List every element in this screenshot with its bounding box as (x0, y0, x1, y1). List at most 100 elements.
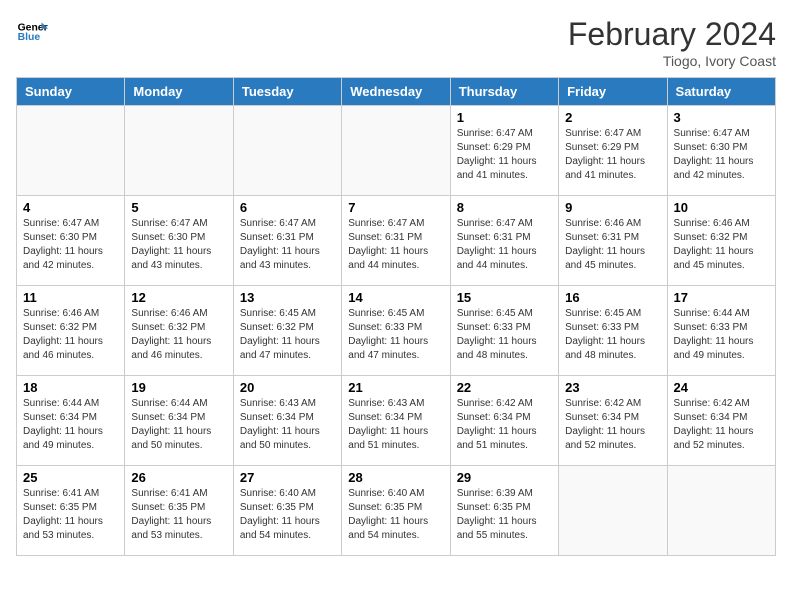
calendar-cell: 6 Sunrise: 6:47 AMSunset: 6:31 PMDaylight… (233, 196, 341, 286)
day-number: 11 (23, 290, 118, 305)
day-number: 16 (565, 290, 660, 305)
day-number: 28 (348, 470, 443, 485)
day-number: 18 (23, 380, 118, 395)
week-row-4: 25Sunrise: 6:41 AMSunset: 6:35 PMDayligh… (17, 466, 776, 556)
calendar-cell: 5 Sunrise: 6:47 AMSunset: 6:30 PMDaylight… (125, 196, 233, 286)
page-header: General Blue February 2024 Tiogo, Ivory … (16, 16, 776, 69)
calendar-cell: 29 Sunrise: 6:39 AMSunset: 6:35 PMDayligh… (450, 466, 558, 556)
day-number: 13 (240, 290, 335, 305)
calendar-cell: 16Sunrise: 6:45 AMSunset: 6:33 PMDayligh… (559, 286, 667, 376)
logo: General Blue (16, 16, 48, 48)
calendar-cell: 14 Sunrise: 6:45 AMSunset: 6:33 PMDayligh… (342, 286, 450, 376)
day-number: 19 (131, 380, 226, 395)
day-info: Sunrise: 6:44 AMSunset: 6:34 PMDaylight:… (131, 397, 226, 453)
calendar-cell: 18 Sunrise: 6:44 AMSunset: 6:34 PMDayligh… (17, 376, 125, 466)
week-row-1: 4 Sunrise: 6:47 AMSunset: 6:30 PMDaylight… (17, 196, 776, 286)
day-info: Sunrise: 6:47 AMSunset: 6:31 PMDaylight:… (240, 217, 335, 273)
day-info: Sunrise: 6:46 AMSunset: 6:32 PMDaylight:… (23, 307, 118, 363)
day-info: Sunrise: 6:47 AMSunset: 6:30 PMDaylight:… (23, 217, 118, 273)
day-info: Sunrise: 6:47 AMSunset: 6:31 PMDaylight:… (457, 217, 552, 273)
day-info: Sunrise: 6:47 AMSunset: 6:30 PMDaylight:… (131, 217, 226, 273)
day-info: Sunrise: 6:41 AMSunset: 6:35 PMDaylight:… (131, 487, 226, 543)
calendar-cell: 7 Sunrise: 6:47 AMSunset: 6:31 PMDaylight… (342, 196, 450, 286)
calendar-cell (125, 106, 233, 196)
month-year-title: February 2024 (568, 16, 776, 53)
day-info: Sunrise: 6:45 AMSunset: 6:33 PMDaylight:… (348, 307, 443, 363)
calendar-cell: 28 Sunrise: 6:40 AMSunset: 6:35 PMDayligh… (342, 466, 450, 556)
day-number: 23 (565, 380, 660, 395)
day-info: Sunrise: 6:40 AMSunset: 6:35 PMDaylight:… (240, 487, 335, 543)
day-number: 8 (457, 200, 552, 215)
day-number: 15 (457, 290, 552, 305)
day-number: 21 (348, 380, 443, 395)
calendar-cell (667, 466, 775, 556)
day-number: 29 (457, 470, 552, 485)
day-info: Sunrise: 6:41 AMSunset: 6:35 PMDaylight:… (23, 487, 118, 543)
header-friday: Friday (559, 78, 667, 106)
title-block: February 2024 Tiogo, Ivory Coast (568, 16, 776, 69)
calendar-cell (233, 106, 341, 196)
svg-text:Blue: Blue (18, 32, 41, 43)
header-monday: Monday (125, 78, 233, 106)
day-number: 27 (240, 470, 335, 485)
day-info: Sunrise: 6:44 AMSunset: 6:34 PMDaylight:… (23, 397, 118, 453)
header-tuesday: Tuesday (233, 78, 341, 106)
day-info: Sunrise: 6:47 AMSunset: 6:29 PMDaylight:… (457, 127, 552, 183)
day-number: 10 (674, 200, 769, 215)
day-info: Sunrise: 6:40 AMSunset: 6:35 PMDaylight:… (348, 487, 443, 543)
calendar-cell: 13 Sunrise: 6:45 AMSunset: 6:32 PMDayligh… (233, 286, 341, 376)
calendar-cell: 11 Sunrise: 6:46 AMSunset: 6:32 PMDayligh… (17, 286, 125, 376)
calendar-cell: 10 Sunrise: 6:46 AMSunset: 6:32 PMDayligh… (667, 196, 775, 286)
header-wednesday: Wednesday (342, 78, 450, 106)
calendar-cell: 19 Sunrise: 6:44 AMSunset: 6:34 PMDayligh… (125, 376, 233, 466)
calendar-cell: 20Sunrise: 6:43 AMSunset: 6:34 PMDayligh… (233, 376, 341, 466)
day-number: 2 (565, 110, 660, 125)
day-number: 5 (131, 200, 226, 215)
calendar-cell: 15 Sunrise: 6:45 AMSunset: 6:33 PMDayligh… (450, 286, 558, 376)
calendar-cell (342, 106, 450, 196)
day-info: Sunrise: 6:47 AMSunset: 6:29 PMDaylight:… (565, 127, 660, 183)
day-info: Sunrise: 6:46 AMSunset: 6:32 PMDaylight:… (131, 307, 226, 363)
day-number: 1 (457, 110, 552, 125)
day-number: 7 (348, 200, 443, 215)
day-number: 14 (348, 290, 443, 305)
location-subtitle: Tiogo, Ivory Coast (568, 53, 776, 69)
calendar-cell: 25Sunrise: 6:41 AMSunset: 6:35 PMDayligh… (17, 466, 125, 556)
calendar-cell (559, 466, 667, 556)
calendar-cell: 12Sunrise: 6:46 AMSunset: 6:32 PMDayligh… (125, 286, 233, 376)
header-sunday: Sunday (17, 78, 125, 106)
day-info: Sunrise: 6:45 AMSunset: 6:32 PMDaylight:… (240, 307, 335, 363)
day-number: 3 (674, 110, 769, 125)
day-info: Sunrise: 6:46 AMSunset: 6:32 PMDaylight:… (674, 217, 769, 273)
day-number: 20 (240, 380, 335, 395)
calendar-cell: 23Sunrise: 6:42 AMSunset: 6:34 PMDayligh… (559, 376, 667, 466)
week-row-0: 1 Sunrise: 6:47 AMSunset: 6:29 PMDaylight… (17, 106, 776, 196)
day-number: 6 (240, 200, 335, 215)
day-info: Sunrise: 6:47 AMSunset: 6:30 PMDaylight:… (674, 127, 769, 183)
header-saturday: Saturday (667, 78, 775, 106)
day-number: 17 (674, 290, 769, 305)
day-number: 4 (23, 200, 118, 215)
calendar-cell: 3 Sunrise: 6:47 AMSunset: 6:30 PMDaylight… (667, 106, 775, 196)
day-info: Sunrise: 6:47 AMSunset: 6:31 PMDaylight:… (348, 217, 443, 273)
day-info: Sunrise: 6:39 AMSunset: 6:35 PMDaylight:… (457, 487, 552, 543)
calendar-cell: 9Sunrise: 6:46 AMSunset: 6:31 PMDaylight… (559, 196, 667, 286)
day-info: Sunrise: 6:45 AMSunset: 6:33 PMDaylight:… (457, 307, 552, 363)
calendar-cell: 17 Sunrise: 6:44 AMSunset: 6:33 PMDayligh… (667, 286, 775, 376)
calendar-cell: 24Sunrise: 6:42 AMSunset: 6:34 PMDayligh… (667, 376, 775, 466)
calendar-cell: 21 Sunrise: 6:43 AMSunset: 6:34 PMDayligh… (342, 376, 450, 466)
week-row-3: 18 Sunrise: 6:44 AMSunset: 6:34 PMDayligh… (17, 376, 776, 466)
calendar-cell (17, 106, 125, 196)
calendar-cell: 27 Sunrise: 6:40 AMSunset: 6:35 PMDayligh… (233, 466, 341, 556)
calendar-cell: 4 Sunrise: 6:47 AMSunset: 6:30 PMDaylight… (17, 196, 125, 286)
calendar-cell: 8 Sunrise: 6:47 AMSunset: 6:31 PMDaylight… (450, 196, 558, 286)
day-info: Sunrise: 6:42 AMSunset: 6:34 PMDaylight:… (674, 397, 769, 453)
logo-icon: General Blue (16, 16, 48, 48)
day-info: Sunrise: 6:42 AMSunset: 6:34 PMDaylight:… (457, 397, 552, 453)
calendar-cell: 26Sunrise: 6:41 AMSunset: 6:35 PMDayligh… (125, 466, 233, 556)
day-info: Sunrise: 6:43 AMSunset: 6:34 PMDaylight:… (348, 397, 443, 453)
day-info: Sunrise: 6:44 AMSunset: 6:33 PMDaylight:… (674, 307, 769, 363)
day-info: Sunrise: 6:46 AMSunset: 6:31 PMDaylight:… (565, 217, 660, 273)
calendar-cell: 1 Sunrise: 6:47 AMSunset: 6:29 PMDaylight… (450, 106, 558, 196)
calendar-header-row: SundayMondayTuesdayWednesdayThursdayFrid… (17, 78, 776, 106)
